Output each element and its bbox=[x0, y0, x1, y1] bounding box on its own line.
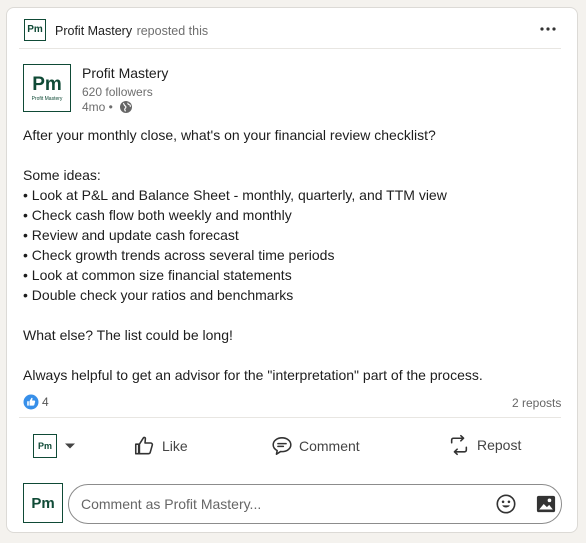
header-avatar-text: Pm bbox=[27, 24, 43, 35]
reactions-summary[interactable]: 4 bbox=[23, 394, 49, 410]
post-body: After your monthly close, what's on your… bbox=[23, 127, 563, 387]
comment-input[interactable] bbox=[79, 488, 483, 520]
more-options-button[interactable] bbox=[533, 18, 563, 40]
author-avatar-text: Pm bbox=[32, 73, 62, 95]
post-line: • Check growth trends across several tim… bbox=[23, 247, 335, 263]
repost-button[interactable]: Repost bbox=[448, 434, 521, 456]
post-line bbox=[23, 147, 563, 167]
social-divider bbox=[19, 417, 561, 418]
post-meta: 4mo • bbox=[82, 100, 133, 114]
post-line: • Check cash flow both weekly and monthl… bbox=[23, 207, 292, 223]
reposts-count[interactable]: 2 reposts bbox=[512, 396, 561, 410]
chevron-down-icon bbox=[65, 443, 75, 449]
header-reposted-text: reposted this bbox=[136, 24, 209, 38]
author-avatar[interactable]: Pm Profit Mastery bbox=[23, 64, 71, 112]
post-card: Pm Profit Mastery reposted this Pm Profi… bbox=[6, 7, 578, 533]
reaction-count: 4 bbox=[42, 395, 49, 409]
comment-box bbox=[68, 484, 562, 524]
post-line: • Look at common size financial statemen… bbox=[23, 267, 292, 283]
actor-avatar: Pm bbox=[33, 434, 57, 458]
post-line bbox=[23, 347, 563, 367]
author-followers: 620 followers bbox=[82, 85, 153, 99]
header-name[interactable]: Profit Mastery bbox=[55, 24, 132, 38]
globe-icon bbox=[119, 101, 132, 113]
post-line bbox=[23, 307, 563, 327]
image-icon[interactable] bbox=[535, 494, 557, 514]
comment-icon bbox=[272, 437, 292, 455]
thumbs-up-icon bbox=[134, 436, 154, 455]
comment-avatar[interactable]: Pm bbox=[23, 483, 63, 523]
header-avatar[interactable]: Pm bbox=[24, 19, 46, 41]
repost-label: Repost bbox=[477, 437, 522, 453]
repost-header: Profit Mastery reposted this bbox=[55, 22, 208, 40]
comment-button[interactable]: Comment bbox=[271, 436, 360, 456]
header-divider bbox=[19, 48, 561, 49]
like-label: Like bbox=[162, 438, 188, 454]
post-line: What else? The list could be long! bbox=[23, 327, 233, 343]
author-name[interactable]: Profit Mastery bbox=[82, 65, 168, 81]
post-line: • Review and update cash forecast bbox=[23, 227, 239, 243]
actor-switcher[interactable]: Pm bbox=[33, 434, 76, 458]
like-reaction-icon bbox=[23, 394, 39, 410]
comment-label: Comment bbox=[299, 438, 360, 454]
like-button[interactable]: Like bbox=[133, 435, 188, 457]
more-horizontal-icon bbox=[540, 27, 556, 31]
post-line: • Double check your ratios and benchmark… bbox=[23, 287, 294, 303]
post-line: After your monthly close, what's on your… bbox=[23, 127, 436, 143]
post-line: • Look at P&L and Balance Sheet - monthl… bbox=[23, 187, 447, 203]
actor-avatar-text: Pm bbox=[37, 440, 52, 451]
post-line: Always helpful to get an advisor for the… bbox=[23, 367, 483, 383]
post-line: Some ideas: bbox=[23, 167, 101, 183]
comment-avatar-text: Pm bbox=[31, 494, 55, 512]
emoji-icon[interactable] bbox=[495, 493, 517, 515]
post-time: 4mo • bbox=[82, 100, 113, 114]
repost-icon bbox=[450, 434, 468, 456]
author-avatar-subtext: Profit Mastery bbox=[31, 95, 63, 102]
